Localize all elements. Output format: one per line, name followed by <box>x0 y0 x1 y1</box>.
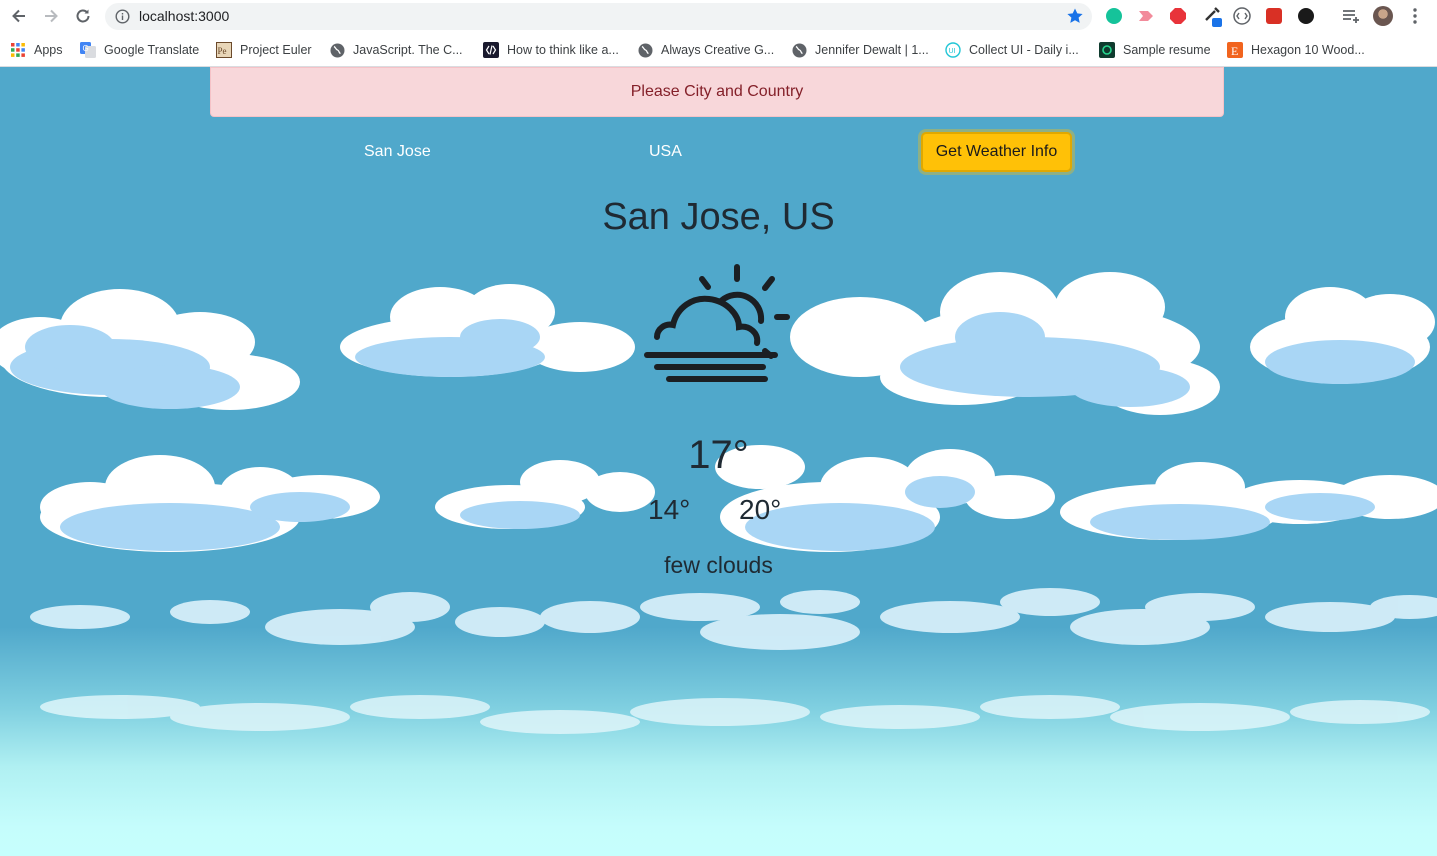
code-logo-icon <box>483 42 499 58</box>
sample-resume-icon <box>1099 42 1115 58</box>
reading-list-icon[interactable] <box>1341 6 1361 26</box>
bookmark-how-to-think[interactable]: How to think like a... <box>483 41 619 59</box>
svg-text:G: G <box>83 44 89 53</box>
weather-app-page: Please City and Country Get Weather Info… <box>0 67 1437 856</box>
browser-toolbar: localhost:3000 <box>0 0 1437 33</box>
country-input[interactable] <box>649 139 799 165</box>
bookmark-label: How to think like a... <box>507 43 619 57</box>
get-weather-button[interactable]: Get Weather Info <box>921 132 1072 172</box>
eyedropper-icon[interactable] <box>1202 6 1222 27</box>
bookmark-label: Apps <box>34 43 63 57</box>
bookmark-star-icon[interactable] <box>1066 7 1084 25</box>
bookmark-google-translate[interactable]: G Google Translate <box>80 41 199 59</box>
bookmark-label: Google Translate <box>104 43 200 57</box>
globe-icon <box>791 42 807 58</box>
apps-grid-icon <box>10 42 26 58</box>
city-input[interactable] <box>364 139 514 165</box>
onepassword-icon[interactable] <box>1296 6 1316 26</box>
profile-avatar-icon[interactable] <box>1373 6 1393 26</box>
bookmark-apps[interactable]: Apps <box>10 41 63 59</box>
bookmark-label: Always Creative G... <box>661 43 775 57</box>
google-translate-icon: G <box>80 42 96 58</box>
forward-button[interactable] <box>39 4 63 28</box>
bookmark-label: Sample resume <box>1123 43 1211 57</box>
extension-circle-icon[interactable] <box>1232 6 1252 26</box>
bookmark-label: Jennifer Dewalt | 1... <box>815 43 929 57</box>
back-button[interactable] <box>7 4 31 28</box>
bookmark-project-euler[interactable]: Pe Project Euler <box>216 41 312 59</box>
bookmark-hexagon-wood[interactable]: E Hexagon 10 Wood... <box>1227 41 1365 59</box>
globe-icon <box>329 42 345 58</box>
menu-kebab-icon[interactable] <box>1405 6 1425 26</box>
reload-icon <box>76 9 90 23</box>
sunrise-haze-icon <box>644 264 790 382</box>
extension-red-icon[interactable] <box>1264 6 1284 26</box>
svg-text:E: E <box>1231 44 1238 58</box>
back-arrow-icon <box>12 9 25 23</box>
current-temperature: 17° <box>688 433 749 477</box>
bookmark-label: Collect UI - Daily i... <box>969 43 1079 57</box>
url-text: localhost:3000 <box>139 8 230 24</box>
bookmark-always-creative[interactable]: Always Creative G... <box>637 41 774 59</box>
svg-text:Pe: Pe <box>218 46 227 56</box>
info-icon[interactable] <box>115 9 130 24</box>
bookmark-label: Hexagon 10 Wood... <box>1251 43 1365 57</box>
bookmark-label: Project Euler <box>240 43 312 57</box>
weather-description: few clouds <box>664 552 773 578</box>
extension-pink-icon[interactable] <box>1136 6 1156 26</box>
min-temperature: 14° <box>648 494 691 525</box>
bookmarks-bar: Apps G Google Translate Pe Project Euler… <box>0 33 1437 67</box>
svg-text:UI: UI <box>949 48 956 55</box>
max-temperature: 20° <box>739 494 782 525</box>
collect-ui-icon: UI <box>945 42 961 58</box>
project-euler-icon: Pe <box>216 42 232 58</box>
adblock-icon[interactable] <box>1168 6 1188 26</box>
bookmark-jennifer-dewalt[interactable]: Jennifer Dewalt | 1... <box>791 41 929 59</box>
bookmark-sample-resume[interactable]: Sample resume <box>1099 41 1211 59</box>
reload-button[interactable] <box>71 4 95 28</box>
address-bar[interactable]: localhost:3000 <box>105 3 1092 30</box>
etsy-icon: E <box>1227 42 1243 58</box>
validation-alert: Please City and Country <box>210 67 1224 117</box>
bookmark-label: JavaScript. The C... <box>353 43 463 57</box>
globe-icon <box>637 42 653 58</box>
bookmark-javascript[interactable]: JavaScript. The C... <box>329 41 463 59</box>
forward-arrow-icon <box>45 9 58 23</box>
grammarly-icon[interactable] <box>1104 6 1124 26</box>
location-title: San Jose, US <box>602 196 835 238</box>
bookmark-collect-ui[interactable]: UI Collect UI - Daily i... <box>945 41 1079 59</box>
